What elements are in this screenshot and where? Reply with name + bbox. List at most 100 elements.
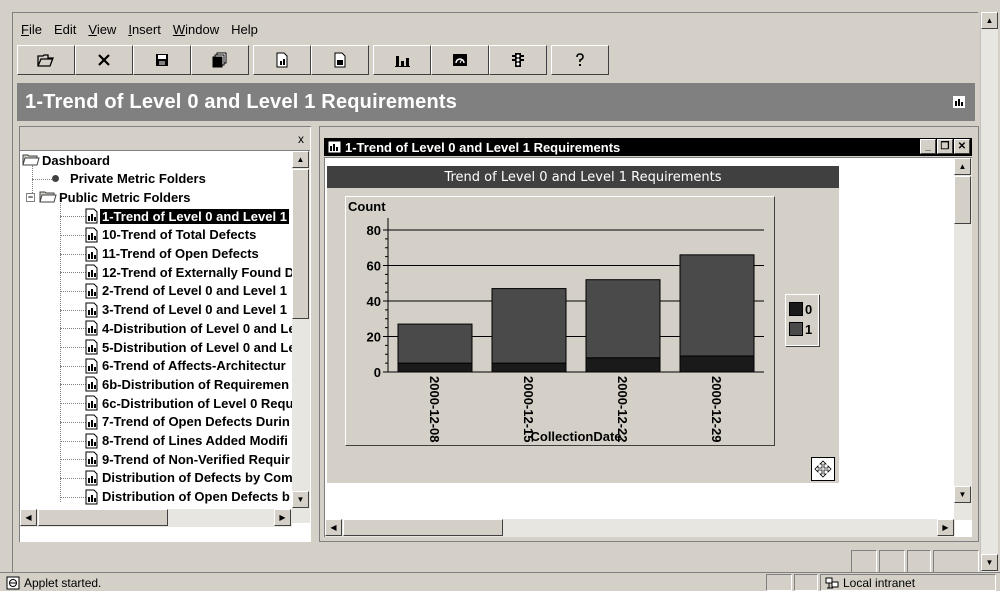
- open-button[interactable]: [17, 45, 75, 75]
- y-tick-label: 20: [367, 330, 381, 345]
- tree-item-metric[interactable]: 4-Distribution of Level 0 and Le: [84, 319, 292, 337]
- page-vertical-scrollbar[interactable]: ▲ ▼: [980, 12, 998, 572]
- save-button[interactable]: [133, 45, 191, 75]
- tree-item-metric[interactable]: Distribution of Defects by Com: [84, 469, 292, 487]
- restore-icon[interactable]: ❐: [937, 139, 953, 154]
- menu-insert[interactable]: Insert: [122, 22, 167, 37]
- y-tick-label: 60: [367, 259, 381, 274]
- scroll-thumb[interactable]: [292, 169, 309, 319]
- tree-item-metric[interactable]: 5-Distribution of Level 0 and Le: [84, 338, 292, 356]
- intranet-icon: [825, 577, 839, 588]
- tree-item-metric[interactable]: 1-Trend of Level 0 and Level 1: [84, 207, 289, 225]
- chart-window-body: Trend of Level 0 and Level 1 Requirement…: [324, 157, 972, 537]
- close-icon[interactable]: ✕: [954, 139, 970, 154]
- tree-line: [60, 440, 86, 442]
- page-title-bar: 1-Trend of Level 0 and Level 1 Requireme…: [17, 83, 975, 121]
- scroll-up-arrow-icon[interactable]: ▲: [292, 151, 309, 168]
- tree-item-metric[interactable]: 6c-Distribution of Level 0 Requ: [84, 394, 292, 412]
- tree-horizontal-scrollbar[interactable]: ◀ ▶: [20, 509, 292, 527]
- x-tick-label: 2000-12-29: [709, 376, 724, 443]
- new-page-button[interactable]: [253, 45, 311, 75]
- scroll-up-arrow-icon[interactable]: ▲: [954, 158, 971, 175]
- chart-plot-box: Count 0 20 40 60 80 2000-12-08 2000-12-15 2000-1…: [345, 196, 775, 446]
- tree-item-metric[interactable]: 7-Trend of Open Defects Durin: [84, 413, 292, 431]
- export-page-button[interactable]: [311, 45, 369, 75]
- tree-vertical-scrollbar[interactable]: ▲ ▼: [292, 151, 310, 523]
- scroll-down-arrow-icon[interactable]: ▼: [292, 491, 309, 508]
- tree-item-metric[interactable]: 6-Trend of Affects-Architectur: [84, 357, 288, 375]
- scroll-left-arrow-icon[interactable]: ◀: [325, 519, 342, 536]
- scroll-down-arrow-icon[interactable]: ▼: [954, 486, 971, 503]
- menu-file[interactable]: File: [15, 22, 48, 37]
- legend-swatch: [789, 302, 803, 316]
- legend-swatch: [789, 322, 803, 336]
- tree-item-label: 9-Trend of Non-Verified Requir: [102, 451, 290, 467]
- chart-panel: Trend of Level 0 and Level 1 Requirement…: [327, 166, 839, 483]
- tree-item-label: 4-Distribution of Level 0 and Le: [102, 320, 292, 336]
- tree-item-metric[interactable]: 8-Trend of Lines Added Modifi: [84, 432, 290, 450]
- status-indicator: [851, 550, 877, 574]
- metric-chart-icon: [85, 358, 98, 374]
- copy-button[interactable]: [191, 45, 249, 75]
- legend-label: 1: [805, 321, 813, 337]
- close-panel-button[interactable]: x: [298, 132, 304, 146]
- chart-horizontal-scrollbar[interactable]: ◀ ▶: [325, 519, 955, 537]
- browser-status-bar: Applet started. Local intranet: [0, 572, 1000, 591]
- tree-node-public[interactable]: − Public Metric Folders: [26, 188, 192, 206]
- tree-line: [60, 328, 86, 330]
- menu-view-accel: V: [88, 21, 97, 37]
- status-indicator: [879, 550, 905, 574]
- traffic-light-button[interactable]: [489, 45, 547, 75]
- chart-window-title: 1-Trend of Level 0 and Level 1 Requireme…: [345, 139, 621, 155]
- new-page-icon: [276, 52, 288, 68]
- tree-item-metric[interactable]: 12-Trend of Externally Found D: [84, 263, 292, 281]
- help-button[interactable]: [551, 45, 609, 75]
- delete-button[interactable]: [75, 45, 133, 75]
- scroll-thumb[interactable]: [343, 519, 503, 536]
- bar-series-0: [585, 357, 661, 373]
- menu-window[interactable]: Window: [167, 22, 225, 37]
- menu-view[interactable]: View: [82, 22, 122, 37]
- collapse-icon[interactable]: −: [26, 192, 35, 202]
- tree-item-label: 6b-Distribution of Requiremen: [102, 376, 290, 392]
- scroll-thumb[interactable]: [38, 509, 168, 526]
- move-arrows-icon: [814, 460, 832, 478]
- security-zone-label: Local intranet: [843, 575, 916, 590]
- tree-item-label: 2-Trend of Level 0 and Level 1: [102, 283, 287, 299]
- menu-edit[interactable]: Edit: [48, 22, 82, 37]
- metric-chart-icon: [85, 302, 98, 318]
- menu-help[interactable]: Help: [225, 22, 264, 37]
- traffic-light-icon: [512, 53, 524, 67]
- tree-item-metric[interactable]: 2-Trend of Level 0 and Level 1: [84, 282, 289, 300]
- metric-chart-icon: [85, 489, 98, 505]
- scroll-right-arrow-icon[interactable]: ▶: [937, 519, 954, 536]
- bar-chart-button[interactable]: [373, 45, 431, 75]
- menu-bar: File Edit View Insert Window Help: [15, 18, 264, 40]
- scroll-thumb[interactable]: [954, 176, 971, 224]
- tree-item-metric[interactable]: 9-Trend of Non-Verified Requir: [84, 450, 292, 468]
- scroll-down-arrow-icon[interactable]: ▼: [981, 554, 998, 571]
- menu-file-accel: F: [21, 21, 29, 37]
- tree-item-metric[interactable]: 6b-Distribution of Requiremen: [84, 375, 291, 393]
- scroll-right-arrow-icon[interactable]: ▶: [274, 509, 291, 526]
- move-icon[interactable]: [811, 457, 835, 481]
- menu-view-rest: iew: [96, 21, 117, 37]
- tree-item-metric[interactable]: 11-Trend of Open Defects: [84, 245, 261, 263]
- y-tick-label: 40: [367, 294, 381, 309]
- browser-frame: File Edit View Insert Window Help 1-Tren…: [12, 12, 979, 574]
- window-controls: _ ❐ ✕: [920, 139, 970, 154]
- gauge-button[interactable]: [431, 45, 489, 75]
- minimize-icon[interactable]: _: [920, 139, 936, 154]
- tree-node-private[interactable]: Private Metric Folders: [50, 170, 208, 188]
- tree-item-metric[interactable]: Distribution of Open Defects b: [84, 488, 292, 506]
- tree-node-dashboard[interactable]: Dashboard: [22, 151, 112, 169]
- scroll-up-arrow-icon[interactable]: ▲: [981, 12, 998, 29]
- tree-item-metric[interactable]: 3-Trend of Level 0 and Level 1: [84, 301, 289, 319]
- metric-chart-icon: [85, 414, 98, 430]
- status-cell: [794, 574, 818, 591]
- tree-item-metric[interactable]: 10-Trend of Total Defects: [84, 226, 258, 244]
- scroll-left-arrow-icon[interactable]: ◀: [20, 509, 37, 526]
- metric-chart-icon: [85, 264, 98, 280]
- chart-window-titlebar[interactable]: 1-Trend of Level 0 and Level 1 Requireme…: [324, 138, 972, 156]
- chart-vertical-scrollbar[interactable]: ▲ ▼: [954, 158, 972, 520]
